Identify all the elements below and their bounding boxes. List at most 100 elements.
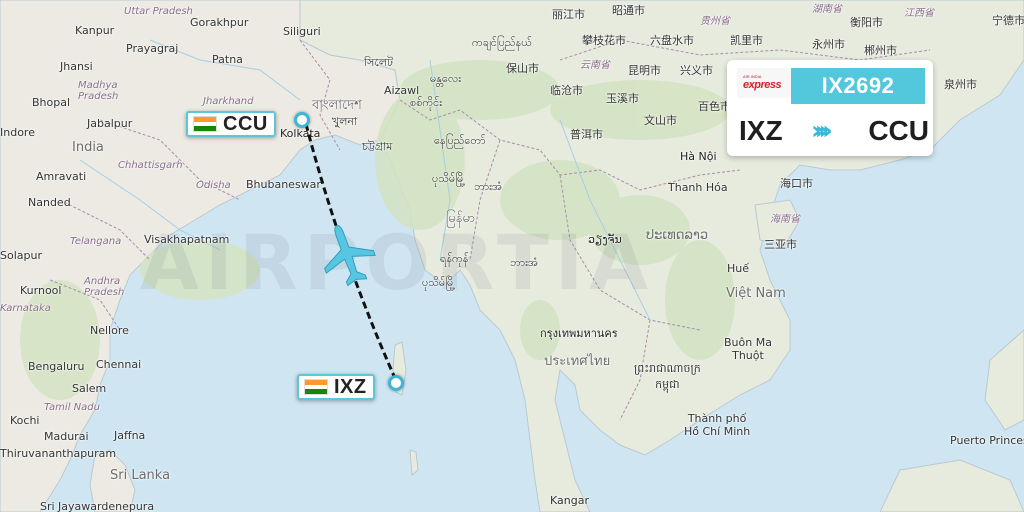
label-puer: 普洱市 [570,128,603,141]
label-telangana: Telangana [70,236,122,247]
label-sri-lanka: Sri Lanka [110,468,171,483]
label-hpa-an: ဘားအံ [510,256,539,269]
label-jhansi: Jhansi [60,60,93,73]
label-kanpur: Kanpur [75,24,115,37]
airline-logo: AIR INDIA express [737,68,791,98]
label-thiruvananthapuram: Thiruvananthapuram [0,447,117,460]
label-panzhihua: 攀枝花市 [582,34,626,47]
label-ningde: 宁德市 [992,14,1024,27]
label-karnataka: Karnataka [0,303,51,314]
label-naypyidaw: နေပြည်တော် [434,134,486,147]
label-nanded: Nanded [28,196,71,209]
label-india: India [72,140,104,155]
map-view[interactable]: AIRPORTIA Uttar Pradesh Kanpur Gorakhpur… [0,0,1024,512]
flight-number: IX2692 [791,68,925,104]
airport-pill-ccu[interactable]: CCU [186,111,276,137]
label-hunan: 湖南省 [812,4,842,15]
origin-dot-ccu[interactable] [294,112,310,128]
label-pathein: ပုသိမ်မြို့ [422,276,456,289]
label-jaffna: Jaffna [114,429,146,442]
label-solapur: Solapur [0,249,42,262]
label-prayagraj: Prayagraj [126,42,179,55]
label-puerto-princesa: Puerto Princes [950,434,1024,447]
label-kaili: 凯里市 [730,34,763,47]
airport-code-ccu: CCU [223,112,268,135]
route-summary: IXZ › › › › CCU [739,114,929,148]
label-thailand: ประเทศไทย [544,354,611,369]
label-khulna: খুলনা [332,115,358,128]
label-nellore: Nellore [90,324,129,337]
label-kolkata: Kolkata [280,127,321,140]
india-flag-icon [193,116,217,132]
airport-pill-ixz[interactable]: IXZ [297,374,375,400]
india-flag-icon [304,379,328,395]
route-arrow-icon: › › › › [811,116,833,146]
label-jiangxi: 江西省 [904,8,934,19]
label-bangkok: กรุงเทพมหานคร [540,327,618,340]
label-kochi: Kochi [10,414,40,427]
label-sagaing: စစ်ကိုင်း [410,96,443,109]
label-yangon: ရန်ကုန် [440,252,469,265]
label-lincang: 临沧市 [550,84,583,97]
label-quanzhou: 泉州市 [944,78,977,91]
label-buon-ma-thuot: Buôn Ma Thuột [724,336,772,362]
airline-logo-word: express [743,79,782,91]
label-myanmar: မြန်မာ [446,211,476,226]
label-chhattisgarh: Chhattisgarh [118,160,183,171]
label-yunnan: 云南省 [580,60,610,71]
label-chennai: Chennai [96,358,142,371]
label-cambodia: ព្រះរាជាណាចក្រ កម្ពុជា [634,362,701,391]
label-amravati: Amravati [36,170,87,183]
label-yuxi: 玉溪市 [606,92,639,105]
label-patna: Patna [212,53,243,66]
label-liupanshui: 六盘水市 [650,34,694,47]
label-indore: Indore [0,126,35,139]
label-siliguri: Siliguri [283,25,321,38]
label-xingyi: 兴义市 [680,64,713,77]
label-chenzhou: 郴州市 [864,44,897,57]
flight-info-card[interactable]: AIR INDIA express IX2692 IXZ › › › › CCU [727,60,933,156]
label-sylhet: সিলেট [364,56,394,69]
label-kunming: 昆明市 [628,64,661,77]
label-lijiang: 丽江市 [552,8,585,21]
label-thanh-hoa: Thanh Hóa [668,181,728,194]
label-mandalay: မန္တလေး [430,72,462,85]
label-odisha: Odisha [196,180,231,191]
label-sanya: 三亚市 [764,238,797,251]
label-baoshan: 保山市 [506,62,539,75]
label-madurai: Madurai [44,430,89,443]
label-chattogram: চট্টগ্রাম [362,140,393,153]
origin-dot-ixz[interactable] [388,375,404,391]
label-wenshan: 文山市 [644,114,677,127]
label-sri-jayawardenepura: Sri Jayawardenepura [40,500,155,512]
label-vietnam: Việt Nam [726,286,786,301]
airport-code-ixz: IXZ [334,375,367,398]
label-hengyang: 衡阳市 [850,16,883,29]
label-vientiane: ວຽງຈັນ [588,233,622,246]
label-gorakhpur: Gorakhpur [190,16,249,29]
label-hainan: 海南省 [770,214,800,225]
label-yongzhou: 永州市 [812,38,845,51]
label-kangar: Kangar [550,494,589,507]
label-zhaotong: 昭通市 [612,4,645,17]
label-haikou: 海口市 [780,177,813,190]
label-visakhapatnam: Visakhapatnam [144,233,230,246]
route-origin: IXZ [739,115,783,146]
label-madhya-pradesh: Madhya Pradesh [78,80,119,102]
label-uttar-pradesh: Uttar Pradesh [124,6,193,17]
label-myingyan: ဘားအံ [474,180,503,193]
label-kurnool: Kurnool [20,284,62,297]
route-destination: CCU [868,115,929,146]
label-bhubaneswar: Bhubaneswar [246,178,321,191]
label-tamil-nadu: Tamil Nadu [44,402,100,413]
label-bhopal: Bhopal [32,96,71,109]
label-salem: Salem [72,382,107,395]
label-jharkhand: Jharkhand [203,96,254,107]
label-bengaluru: Bengaluru [28,360,85,373]
label-jabalpur: Jabalpur [87,117,133,130]
label-hanoi: Hà Nội [680,150,717,163]
label-hue: Huế [727,262,750,275]
label-guizhou: 贵州省 [700,16,730,27]
label-andhra-pradesh: Andhra Pradesh [84,276,125,298]
label-bago: ပုသိမ်မြို့ [432,172,466,185]
